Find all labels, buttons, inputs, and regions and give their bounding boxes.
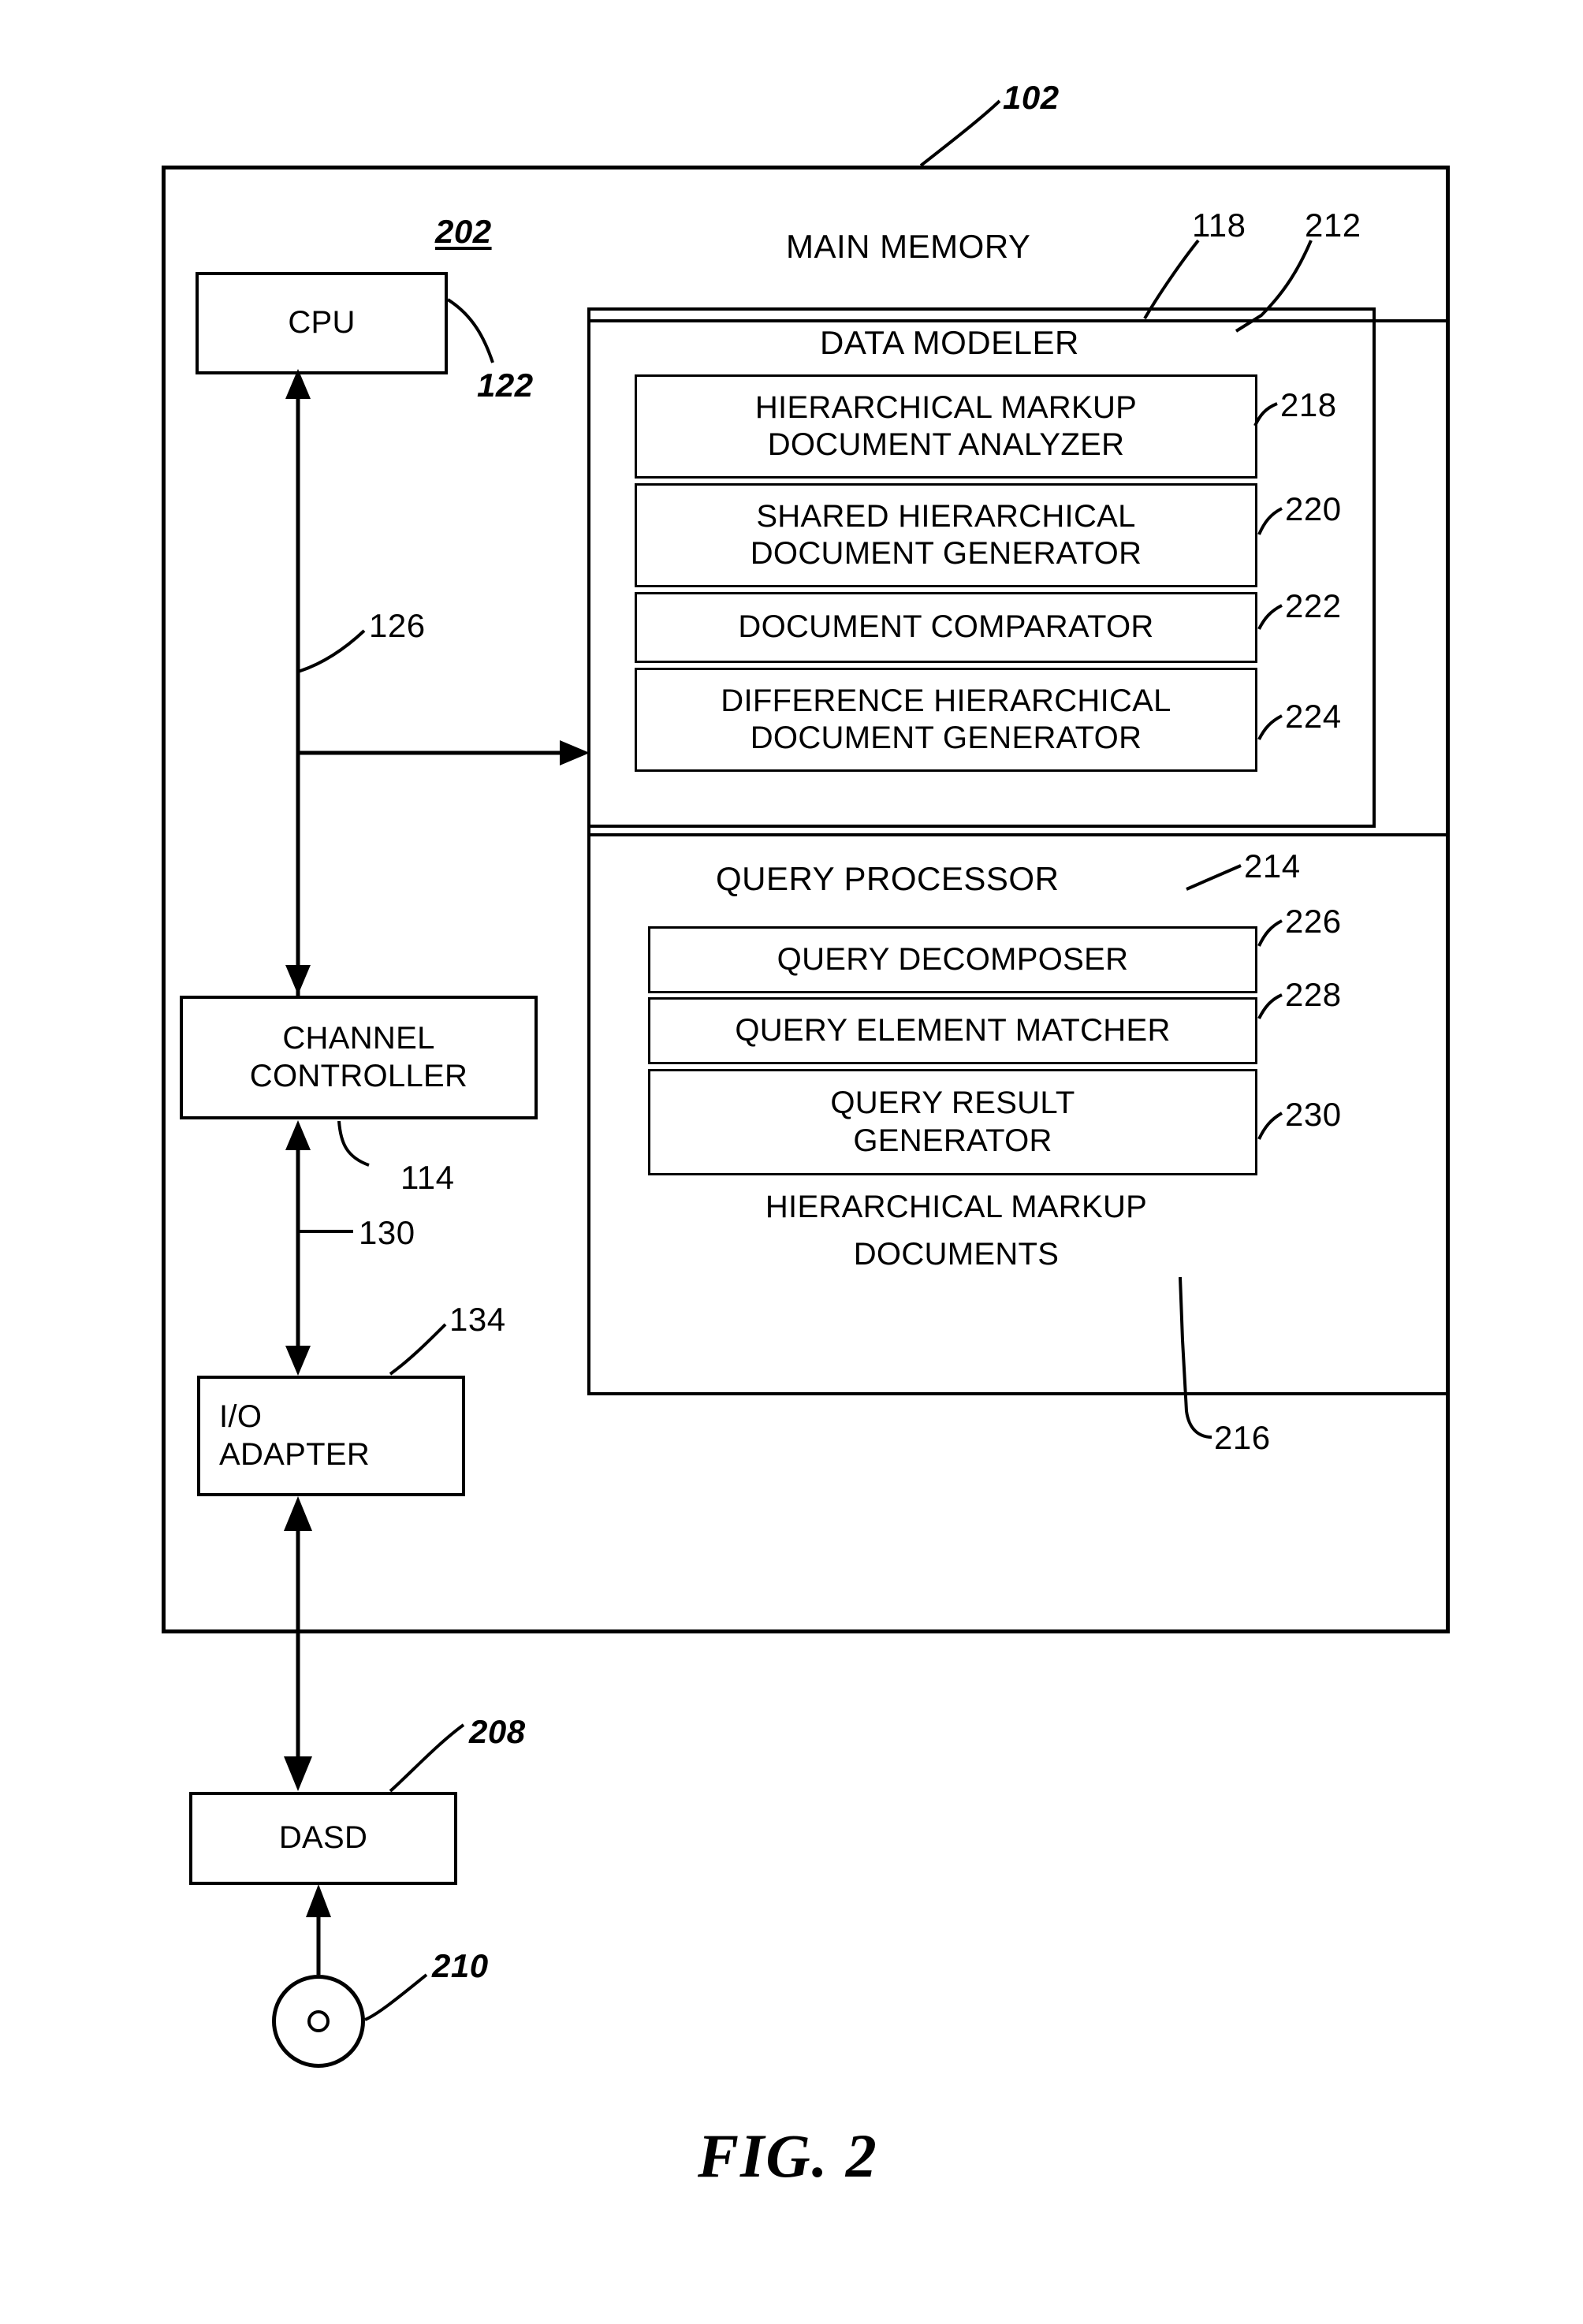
ref-analyzer-218: 218 xyxy=(1280,386,1337,423)
difference-hierarchical-document-generator-box: DIFFERENCE HIERARCHICAL DOCUMENT GENERAT… xyxy=(635,668,1257,772)
ref-query-result-generator-230: 230 xyxy=(1285,1096,1342,1133)
disk-spindle-icon xyxy=(307,2010,330,2032)
component-label-line2: DOCUMENT GENERATOR xyxy=(750,536,1142,571)
component-label-line1: HIERARCHICAL MARKUP xyxy=(754,389,1138,425)
query-element-matcher-box: QUERY ELEMENT MATCHER xyxy=(648,997,1257,1064)
channel-controller-box: CHANNEL CONTROLLER xyxy=(180,996,538,1119)
component-label-line1: DIFFERENCE HIERARCHICAL xyxy=(721,683,1171,718)
ref-disk-media-210: 210 xyxy=(432,1947,489,1984)
ref-shared-generator-220: 220 xyxy=(1285,490,1342,527)
ref-documents-216: 216 xyxy=(1214,1419,1271,1456)
ref-system-102: 102 xyxy=(1003,79,1060,116)
ref-bus-126: 126 xyxy=(369,607,426,644)
query-result-generator-box: QUERY RESULT GENERATOR xyxy=(648,1069,1257,1175)
component-label-line2: DOCUMENT ANALYZER xyxy=(767,427,1125,462)
component-label-line1: QUERY DECOMPOSER xyxy=(777,941,1129,977)
ref-query-processor-214: 214 xyxy=(1244,847,1301,885)
ref-data-modeler-212: 212 xyxy=(1305,207,1361,244)
document-comparator-box: DOCUMENT COMPARATOR xyxy=(635,592,1257,663)
disk-dasd-arrowhead xyxy=(306,1884,331,1917)
ref-cpu-122: 122 xyxy=(477,367,534,404)
ref-main-memory-118: 118 xyxy=(1192,207,1246,244)
component-label-line2: DOCUMENT GENERATOR xyxy=(750,721,1142,755)
io-adapter-label-line2: ADAPTER xyxy=(219,1436,371,1472)
component-label-line1: DOCUMENT COMPARATOR xyxy=(738,609,1154,645)
channel-controller-label-line1: CHANNEL xyxy=(282,1021,435,1056)
io-adapter-label-line1: I/O xyxy=(219,1399,263,1435)
ref-cpu-block-202: 202 xyxy=(435,213,492,250)
hierarchical-markup-document-analyzer-box: HIERARCHICAL MARKUP DOCUMENT ANALYZER xyxy=(635,374,1257,479)
ref-dasd-208: 208 xyxy=(469,1713,526,1750)
component-label-line2: GENERATOR xyxy=(853,1123,1052,1158)
leader-208 xyxy=(389,1723,465,1793)
ref-io-adapter-134: 134 xyxy=(449,1301,506,1338)
channel-controller-label-line2: CONTROLLER xyxy=(249,1058,468,1093)
dasd-link-arrowhead-down xyxy=(284,1756,312,1791)
ref-io-link-130: 130 xyxy=(359,1214,415,1251)
ref-query-decomposer-226: 226 xyxy=(1285,903,1342,940)
query-processor-title: QUERY PROCESSOR xyxy=(716,860,1060,897)
io-adapter-box: I/O ADAPTER xyxy=(197,1376,465,1496)
ref-channel-controller-114: 114 xyxy=(400,1159,455,1196)
cpu-label: CPU xyxy=(288,305,356,341)
hierarchical-markup-documents-label-line2: DOCUMENTS xyxy=(853,1237,1060,1272)
ref-query-element-matcher-228: 228 xyxy=(1285,976,1342,1013)
query-decomposer-box: QUERY DECOMPOSER xyxy=(648,926,1257,993)
cpu-box: CPU xyxy=(196,272,448,374)
figure-caption: FIG. 2 xyxy=(698,2121,878,2190)
ref-document-comparator-222: 222 xyxy=(1285,587,1342,624)
hierarchical-markup-documents-label-line1: HIERARCHICAL MARKUP xyxy=(765,1190,1148,1224)
patent-figure-page: 102 202 CPU 122 126 MAIN MEMORY 118 212 … xyxy=(0,0,1583,2324)
component-label-line1: QUERY RESULT xyxy=(830,1086,1075,1121)
shared-hierarchical-document-generator-box: SHARED HIERARCHICAL DOCUMENT GENERATOR xyxy=(635,483,1257,587)
component-label-line1: SHARED HIERARCHICAL xyxy=(756,498,1136,534)
dasd-box: DASD xyxy=(189,1792,457,1885)
dasd-label: DASD xyxy=(278,1820,368,1856)
data-modeler-title: DATA MODELER xyxy=(820,324,1079,361)
leader-102 xyxy=(919,99,1001,167)
leader-210 xyxy=(364,1973,428,2021)
component-label-line1: QUERY ELEMENT MATCHER xyxy=(735,1012,1171,1048)
ref-difference-generator-224: 224 xyxy=(1285,698,1342,735)
main-memory-title: MAIN MEMORY xyxy=(786,228,1031,265)
